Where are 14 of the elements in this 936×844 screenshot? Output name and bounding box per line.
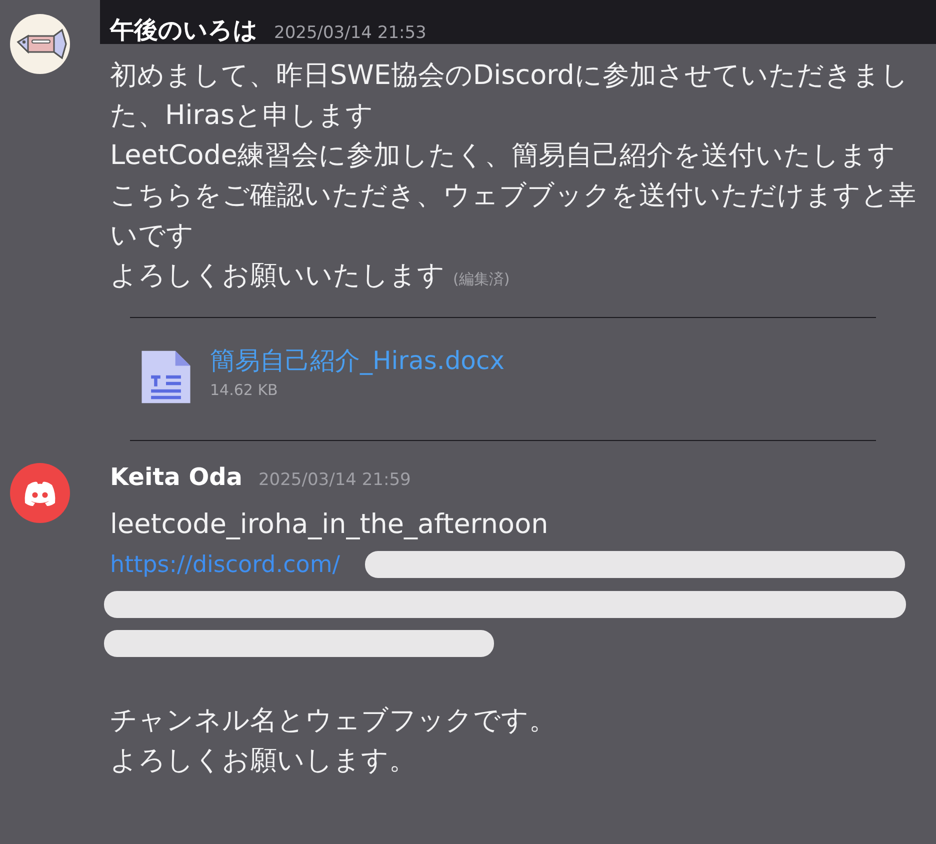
message-text: よろしくお願いします。 xyxy=(110,745,416,776)
message-text: leetcode_iroha_in_the_afternoon xyxy=(110,509,548,540)
fish-avatar-icon[interactable] xyxy=(10,14,70,74)
message-text: チャンネル名とウェブフックです。 xyxy=(110,705,556,736)
message-text: よろしくお願いいたします xyxy=(110,260,445,291)
message-text: こちらをご確認いただき、ウェブブックを送付いただけますと幸いです xyxy=(110,180,916,251)
author-name[interactable]: Keita Oda xyxy=(110,463,242,491)
edited-label: (編集済) xyxy=(453,270,510,288)
file-size: 14.62 KB xyxy=(210,381,279,399)
message-text: 初めまして、昨日SWE協会のDiscordに参加させていただきました、Hirasと申します xyxy=(110,60,908,131)
message-timestamp: 2025/03/14 21:53 xyxy=(274,23,426,43)
message-text: LeetCode練習会に参加したく、簡易自己紹介を送付いたします xyxy=(110,140,896,171)
message-timestamp: 2025/03/14 21:59 xyxy=(258,470,411,490)
author-name[interactable]: 午後のいろは xyxy=(110,14,258,46)
